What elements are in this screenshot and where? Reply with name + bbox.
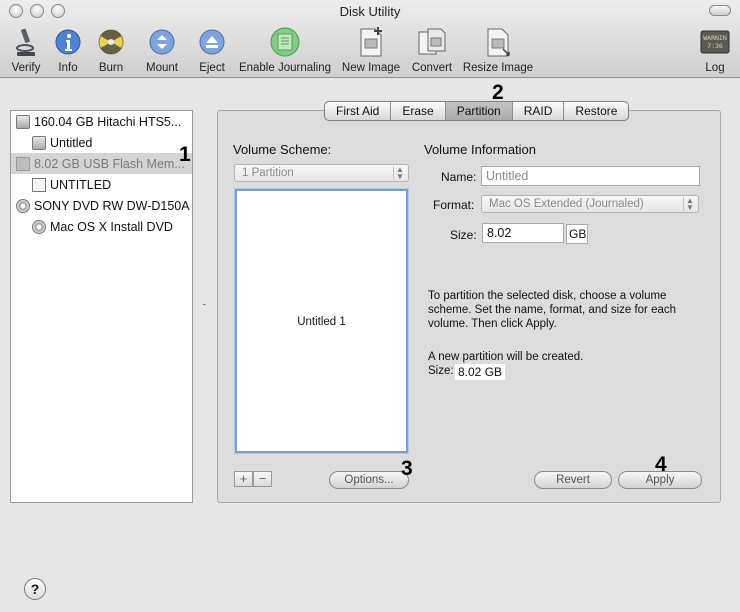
partition-status-text: A new partition will be created. xyxy=(428,351,584,363)
sidebar-item-usb-flash[interactable]: 8.02 GB USB Flash Mem... xyxy=(11,153,192,174)
new-image-button[interactable]: New Image xyxy=(340,26,402,74)
resize-image-label: Resize Image xyxy=(462,62,534,74)
info-button[interactable]: Info xyxy=(52,26,84,74)
callout-number-3: 3 xyxy=(401,457,413,480)
callout-number-4: 4 xyxy=(655,453,667,476)
window-title: Disk Utility xyxy=(339,4,401,19)
disk-source-list[interactable]: 160.04 GB Hitachi HTS5... Untitled 8.02 … xyxy=(10,110,193,503)
tab-first-aid[interactable]: First Aid xyxy=(325,102,392,120)
volume-icon xyxy=(32,177,46,192)
volume-scheme-value: 1 Partition xyxy=(242,167,294,179)
convert-label: Convert xyxy=(411,62,453,74)
optical-drive-icon xyxy=(16,198,30,213)
size-label: Size: xyxy=(450,228,477,242)
name-field-value: Untitled xyxy=(486,169,529,183)
sidebar-item-label: SONY DVD RW DW-D150A xyxy=(34,198,190,213)
tab-restore[interactable]: Restore xyxy=(564,102,628,120)
name-label: Name: xyxy=(441,170,477,184)
log-icon-text-2: 7:36 xyxy=(707,42,723,50)
usb-drive-icon xyxy=(16,156,30,171)
sidebar-item-install-dvd[interactable]: Mac OS X Install DVD xyxy=(11,216,192,237)
info-icon xyxy=(52,26,84,58)
disc-icon xyxy=(32,219,46,234)
tab-raid[interactable]: RAID xyxy=(513,102,565,120)
volume-scheme-label: Volume Scheme: xyxy=(233,142,332,157)
sidebar-item-label: 160.04 GB Hitachi HTS5... xyxy=(34,114,182,129)
volume-scheme-select[interactable]: 1 Partition ▲ ▼ xyxy=(234,164,409,182)
partition-instructions: To partition the selected disk, choose a… xyxy=(428,290,677,330)
convert-button[interactable]: Convert xyxy=(408,26,456,74)
tab-bar: First Aid Erase Partition RAID Restore xyxy=(324,101,630,121)
format-value: Mac OS Extended (Journaled) xyxy=(489,198,644,210)
sidebar-item-untitled-volume[interactable]: Untitled xyxy=(11,132,192,153)
eject-label: Eject xyxy=(199,62,225,74)
journaling-icon xyxy=(269,26,301,58)
eject-icon xyxy=(196,26,228,58)
sidebar-item-label: Mac OS X Install DVD xyxy=(50,219,173,234)
size-field[interactable]: 8.02 xyxy=(482,223,564,243)
log-icon: WARNIN 7:36 xyxy=(699,26,731,58)
volume-information-heading: Volume Information xyxy=(424,142,537,157)
status-size-value: 8.02 GB xyxy=(455,364,506,380)
log-button[interactable]: WARNIN 7:36 Log xyxy=(698,26,732,74)
log-label: Log xyxy=(705,62,725,74)
partition-map[interactable]: Untitled 1 xyxy=(235,189,408,453)
callout-number-1: 1 xyxy=(179,143,191,166)
help-button[interactable]: ? xyxy=(24,578,46,600)
burn-button[interactable]: Burn xyxy=(94,26,128,74)
size-unit: GB xyxy=(566,224,588,244)
info-label: Info xyxy=(58,62,78,74)
eject-button[interactable]: Eject xyxy=(195,26,229,74)
mount-button[interactable]: Mount xyxy=(142,26,182,74)
revert-button[interactable]: Revert xyxy=(534,471,612,489)
resize-image-icon xyxy=(482,26,514,58)
resize-image-button[interactable]: Resize Image xyxy=(462,26,534,74)
split-view-handle[interactable]: ⁃ xyxy=(202,300,207,311)
hard-disk-icon xyxy=(16,114,30,129)
select-arrows-icon: ▲ ▼ xyxy=(683,197,696,212)
status-size-label: Size: xyxy=(428,365,454,377)
burn-label: Burn xyxy=(98,62,124,74)
options-button[interactable]: Options... xyxy=(329,471,409,489)
window-toolbar: Disk Utility Verify Info Burn Mount Ejec… xyxy=(0,0,740,78)
enable-journaling-button[interactable]: Enable Journaling xyxy=(238,26,332,74)
sidebar-item-dvd-drive[interactable]: SONY DVD RW DW-D150A xyxy=(11,195,192,216)
verify-button[interactable]: Verify xyxy=(6,26,46,74)
sidebar-item-label: 8.02 GB USB Flash Mem... xyxy=(34,156,185,171)
microscope-icon xyxy=(10,26,42,58)
convert-icon xyxy=(416,26,448,58)
toolbar-toggle-button[interactable] xyxy=(709,5,731,16)
tab-erase[interactable]: Erase xyxy=(391,102,446,120)
mount-icon xyxy=(146,26,178,58)
select-arrows-icon: ▲ ▼ xyxy=(393,166,406,181)
volume-icon xyxy=(32,135,46,150)
new-image-icon xyxy=(355,26,387,58)
add-partition-button[interactable]: + xyxy=(234,471,253,487)
verify-label: Verify xyxy=(11,62,41,74)
enable-journaling-label: Enable Journaling xyxy=(238,62,332,74)
format-select[interactable]: Mac OS Extended (Journaled) ▲ ▼ xyxy=(481,195,699,213)
remove-partition-button[interactable]: − xyxy=(253,471,272,487)
format-label: Format: xyxy=(433,198,475,212)
sidebar-item-hitachi-disk[interactable]: 160.04 GB Hitachi HTS5... xyxy=(11,111,192,132)
name-field[interactable]: Untitled xyxy=(481,166,700,186)
size-field-value: 8.02 xyxy=(487,226,512,240)
sidebar-item-label: Untitled xyxy=(50,135,93,150)
sidebar-item-label: UNTITLED xyxy=(50,177,112,192)
sidebar-item-usb-volume[interactable]: UNTITLED xyxy=(11,174,192,195)
callout-number-2: 2 xyxy=(492,81,504,104)
partition-map-label: Untitled 1 xyxy=(297,316,346,328)
new-image-label: New Image xyxy=(341,62,401,74)
burn-icon xyxy=(95,26,127,58)
mount-label: Mount xyxy=(146,62,178,74)
log-icon-text-1: WARNIN xyxy=(703,34,727,42)
